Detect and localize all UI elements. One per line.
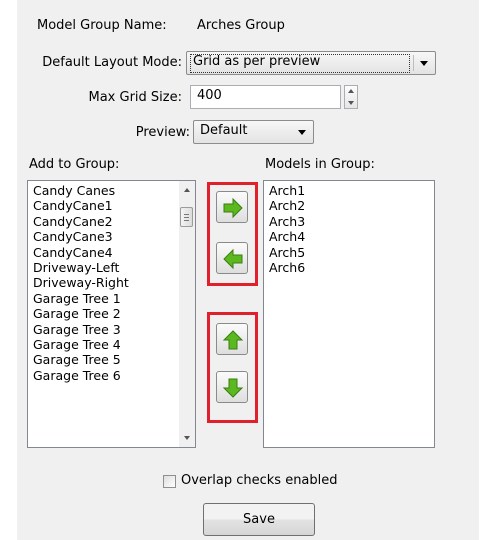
models-in-group-item[interactable]: Arch6 <box>269 260 434 275</box>
models-in-group-item[interactable]: Arch1 <box>269 183 434 198</box>
max-grid-size-spinner[interactable] <box>344 85 358 109</box>
add-to-group-item[interactable]: CandyCane1 <box>33 198 195 213</box>
add-to-group-item[interactable]: Garage Tree 4 <box>33 337 195 352</box>
scroll-down-icon[interactable] <box>184 436 190 440</box>
add-to-group-item[interactable]: CandyCane3 <box>33 229 195 244</box>
arrow-up-icon <box>222 330 244 350</box>
preview-label: Preview: <box>135 125 190 140</box>
models-in-group-item[interactable]: Arch2 <box>269 198 434 213</box>
add-to-group-item[interactable]: Garage Tree 1 <box>33 291 195 306</box>
max-grid-size-input[interactable]: 400 <box>190 85 341 109</box>
models-in-group-item[interactable]: Arch4 <box>269 229 434 244</box>
spin-down-icon[interactable] <box>348 101 354 105</box>
add-to-group-item[interactable]: Driveway-Left <box>33 260 195 275</box>
max-grid-size-label: Max Grid Size: <box>88 90 183 105</box>
add-to-group-item[interactable]: CandyCane2 <box>33 214 195 229</box>
add-to-group-item[interactable]: CandyCane4 <box>33 245 195 260</box>
overlap-checks-label: Overlap checks enabled <box>181 473 338 488</box>
models-in-group-item[interactable]: Arch3 <box>269 214 434 229</box>
default-layout-mode-dropdown[interactable]: Grid as per preview <box>186 51 436 75</box>
add-to-group-item[interactable]: Garage Tree 5 <box>33 352 195 367</box>
model-group-name-label: Model Group Name: <box>37 18 167 33</box>
add-to-group-scrollbar[interactable] <box>179 181 195 447</box>
move-down-button[interactable] <box>216 371 248 403</box>
add-to-group-item[interactable]: Garage Tree 2 <box>33 306 195 321</box>
spin-up-icon[interactable] <box>348 89 354 93</box>
arrow-down-icon <box>222 378 244 398</box>
preview-dropdown[interactable]: Default <box>193 120 314 144</box>
models-in-group-list[interactable]: Arch1 Arch2 Arch3 Arch4 Arch5 Arch6 <box>263 180 435 448</box>
add-to-group-button[interactable] <box>216 191 248 223</box>
chevron-down-icon <box>420 61 428 66</box>
models-in-group-label: Models in Group: <box>265 157 375 172</box>
add-to-group-list[interactable]: Candy Canes CandyCane1 CandyCane2 CandyCane… <box>27 180 196 448</box>
add-to-group-item[interactable]: Driveway-Right <box>33 275 195 290</box>
add-to-group-item[interactable]: Garage Tree 3 <box>33 322 195 337</box>
save-button[interactable]: Save <box>203 503 315 536</box>
chevron-down-icon <box>298 130 306 135</box>
add-to-group-item[interactable]: Candy Canes <box>33 183 195 198</box>
preview-value: Default <box>200 123 248 138</box>
remove-from-group-button[interactable] <box>216 242 248 274</box>
models-in-group-item[interactable]: Arch5 <box>269 245 434 260</box>
arrow-left-icon <box>223 248 243 270</box>
model-group-name-value: Arches Group <box>197 18 285 33</box>
move-up-button[interactable] <box>216 323 248 355</box>
default-layout-mode-label: Default Layout Mode: <box>42 55 182 70</box>
default-layout-mode-value: Grid as per preview <box>193 54 321 69</box>
dropdown-separator <box>413 55 414 71</box>
add-to-group-label: Add to Group: <box>29 157 120 172</box>
scroll-up-icon[interactable] <box>184 188 190 192</box>
scroll-thumb[interactable] <box>180 207 193 227</box>
overlap-checks-checkbox[interactable] <box>163 475 176 488</box>
arrow-right-icon <box>223 197 243 219</box>
add-to-group-item[interactable]: Garage Tree 6 <box>33 368 195 383</box>
